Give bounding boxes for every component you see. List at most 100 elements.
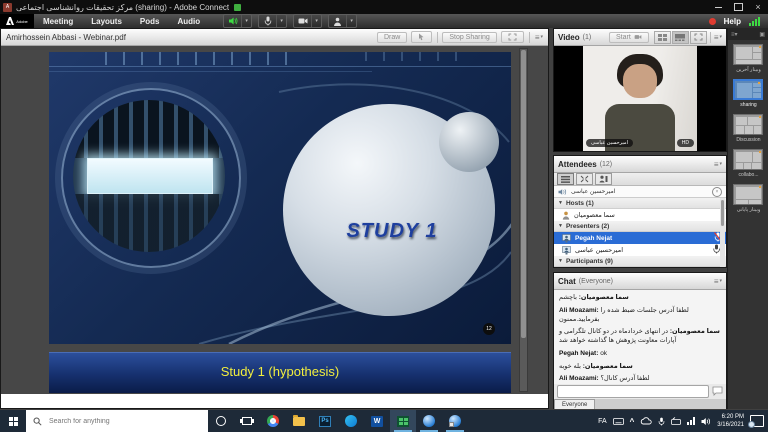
- webcam-dropdown-icon[interactable]: ▾: [311, 15, 321, 27]
- chat-message: Ali Moazami: لطفا آدرس جلسات ضبط شده را …: [559, 307, 721, 325]
- blue-sphere-app-icon: [423, 415, 435, 427]
- taskbar: Ps W FA ^ 6:20 PM 3/16/2021: [0, 410, 768, 432]
- pointer-button[interactable]: [411, 31, 432, 43]
- attendee-list-view-button[interactable]: [557, 173, 574, 185]
- cortana-button[interactable]: [208, 410, 234, 432]
- layout-thumb-5[interactable]: [733, 184, 763, 205]
- chat-pod-header: Chat (Everyone) ≡▾: [554, 273, 726, 290]
- share-scrollbar-thumb[interactable]: [521, 50, 526, 338]
- draw-button[interactable]: Draw: [377, 32, 407, 43]
- chat-message: Ali Moazami: لطفا آدرس کانال؟: [559, 375, 721, 384]
- taskbar-search[interactable]: [26, 410, 208, 432]
- layouts-bar-header: ≡▾ ▣: [728, 28, 768, 40]
- chrome-button[interactable]: [260, 410, 286, 432]
- speaker-dropdown-icon[interactable]: ▾: [241, 15, 251, 27]
- start-button[interactable]: [0, 410, 26, 432]
- next-slide-title: Study 1 (hypothesis): [49, 364, 511, 379]
- volume-icon[interactable]: [701, 417, 711, 426]
- action-center-icon[interactable]: [750, 415, 764, 427]
- connection-signal-icon[interactable]: [749, 17, 760, 26]
- status-view-button[interactable]: [595, 173, 612, 185]
- presenter-icon: [562, 234, 571, 243]
- active-app-button[interactable]: [390, 410, 416, 432]
- layouts-collapse-icon[interactable]: ▣: [759, 31, 765, 38]
- open-app-button-1[interactable]: [416, 410, 442, 432]
- attendees-scrollbar-thumb[interactable]: [721, 200, 724, 226]
- microphone-dropdown-icon[interactable]: ▾: [276, 15, 286, 27]
- maximize-button[interactable]: [728, 0, 748, 14]
- tray-drive-icon[interactable]: [671, 417, 681, 425]
- stop-sharing-button[interactable]: Stop Sharing: [442, 32, 496, 43]
- word-button[interactable]: W: [364, 410, 390, 432]
- layouts-menu-icon[interactable]: ≡▾: [731, 31, 738, 38]
- host-icon: [562, 211, 570, 220]
- network-signal-icon[interactable]: [687, 417, 695, 425]
- clock[interactable]: 6:20 PM 3/16/2021: [717, 413, 744, 430]
- layout-thumb-collaboration[interactable]: [733, 149, 763, 170]
- attendee-row-presenter[interactable]: امیرحسین عباسی: [554, 244, 726, 256]
- menu-layouts[interactable]: Layouts: [82, 14, 131, 28]
- video-pod-menu-icon[interactable]: ≡▾: [714, 33, 722, 42]
- grid-view-button[interactable]: [654, 31, 671, 44]
- share-fullscreen-button[interactable]: [501, 31, 524, 43]
- chat-input[interactable]: [557, 385, 709, 398]
- layout-thumb-1[interactable]: [733, 44, 763, 65]
- language-indicator[interactable]: FA: [598, 418, 607, 425]
- microphone-control[interactable]: ▾: [258, 14, 287, 28]
- breakout-view-button[interactable]: [576, 173, 593, 185]
- webcam-control[interactable]: ▾: [293, 14, 322, 28]
- attendee-name: امیرحسین عباسی: [575, 246, 623, 254]
- menu-meeting[interactable]: Meeting: [34, 14, 82, 28]
- everyone-tab[interactable]: Everyone: [554, 399, 595, 409]
- attendees-pod-menu-icon[interactable]: ≡▾: [714, 160, 722, 169]
- share-scrollbar[interactable]: [519, 48, 528, 392]
- chat-pod-menu-icon[interactable]: ≡▾: [714, 277, 722, 286]
- onedrive-cloud-icon[interactable]: [640, 417, 652, 425]
- layout-thumb-discussion[interactable]: [733, 114, 763, 135]
- presenter-icon: [562, 246, 571, 255]
- photoshop-button[interactable]: Ps: [312, 410, 338, 432]
- speaker-control[interactable]: ▾: [223, 14, 252, 28]
- fullscreen-icon: [508, 33, 517, 41]
- active-speaker-row: امیرحسین عباسی ×: [554, 186, 726, 198]
- chat-send-button[interactable]: [712, 383, 723, 401]
- active-app-icon: [397, 416, 409, 427]
- layout-thumb-sharing[interactable]: [733, 79, 763, 100]
- minimize-button[interactable]: [708, 0, 728, 14]
- menu-audio[interactable]: Audio: [168, 14, 209, 28]
- blue-sphere-settings-app-icon: [449, 415, 461, 427]
- edge-button[interactable]: [338, 410, 364, 432]
- dismiss-active-speaker-icon[interactable]: ×: [712, 187, 722, 197]
- attendee-row-selected[interactable]: Pegah Nejat: [554, 232, 726, 244]
- video-fullscreen-button[interactable]: [690, 31, 707, 44]
- close-button[interactable]: ×: [748, 0, 768, 14]
- hosts-group-header[interactable]: ▼ Hosts (1): [554, 198, 726, 209]
- status-control[interactable]: ▾: [328, 14, 357, 28]
- menu-pods[interactable]: Pods: [131, 14, 169, 28]
- status-dropdown-icon[interactable]: ▾: [346, 15, 356, 27]
- filmstrip-view-button[interactable]: [672, 31, 689, 44]
- tray-expand-icon[interactable]: ^: [630, 417, 635, 426]
- menu-bar: Adobe Meeting Layouts Pods Audio ▾ ▾ ▾: [0, 14, 768, 28]
- system-tray: FA ^ 6:20 PM 3/16/2021: [598, 413, 768, 430]
- keyboard-icon[interactable]: [613, 418, 624, 425]
- adobe-brand-label: Adobe: [16, 19, 28, 24]
- attendee-row-host[interactable]: سما معصومیان: [554, 209, 726, 221]
- start-webcam-button[interactable]: Start: [609, 32, 649, 43]
- task-view-button[interactable]: [234, 410, 260, 432]
- help-menu[interactable]: Help: [724, 17, 741, 26]
- next-slide-preview: Study 1 (hypothesis): [49, 352, 511, 393]
- open-app-button-2[interactable]: [442, 410, 468, 432]
- word-icon: W: [371, 416, 383, 427]
- search-input[interactable]: [47, 417, 181, 426]
- webcam-feed[interactable]: امیرحسین عباسی HD: [583, 46, 697, 151]
- file-explorer-button[interactable]: [286, 410, 312, 432]
- presenters-group-header[interactable]: ▼ Presenters (2): [554, 221, 726, 232]
- tray-mic-icon[interactable]: [658, 417, 665, 426]
- share-pod-menu-icon[interactable]: ≡▾: [535, 33, 543, 42]
- window-title: مرکز تحقیقات روانشناسی اجتماعی (sharing)…: [16, 3, 229, 12]
- participants-group-header[interactable]: ▼ Participants (9): [554, 256, 726, 267]
- clock-time: 6:20 PM: [717, 413, 744, 421]
- attendees-scrollbar[interactable]: [720, 198, 725, 267]
- layout-label-sharing: sharing: [728, 102, 768, 108]
